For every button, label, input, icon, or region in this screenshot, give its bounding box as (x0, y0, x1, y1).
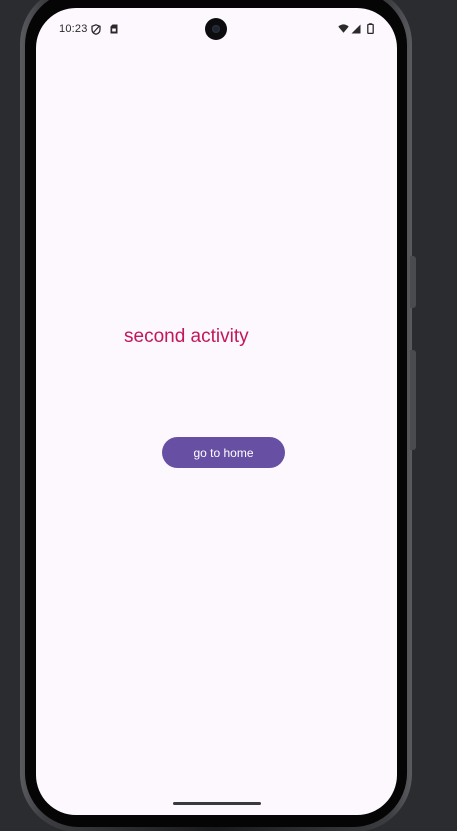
vpn-shield-icon (91, 24, 101, 35)
emulator-stage: 10:23 second activity go to home (0, 0, 457, 831)
activity-title: second activity (124, 326, 249, 347)
cell-signal-icon (351, 24, 361, 34)
front-camera (205, 18, 227, 40)
sim-card-icon (110, 24, 118, 34)
battery-icon (367, 23, 374, 34)
status-bar: 10:23 (36, 8, 397, 50)
phone-screen: 10:23 second activity go to home (36, 8, 397, 815)
volume-button[interactable] (410, 350, 416, 450)
wifi-icon (338, 24, 349, 33)
go-to-home-button[interactable]: go to home (162, 437, 285, 468)
status-time: 10:23 (59, 23, 88, 35)
gesture-navigation-bar[interactable] (173, 802, 261, 805)
power-button[interactable] (410, 256, 416, 308)
